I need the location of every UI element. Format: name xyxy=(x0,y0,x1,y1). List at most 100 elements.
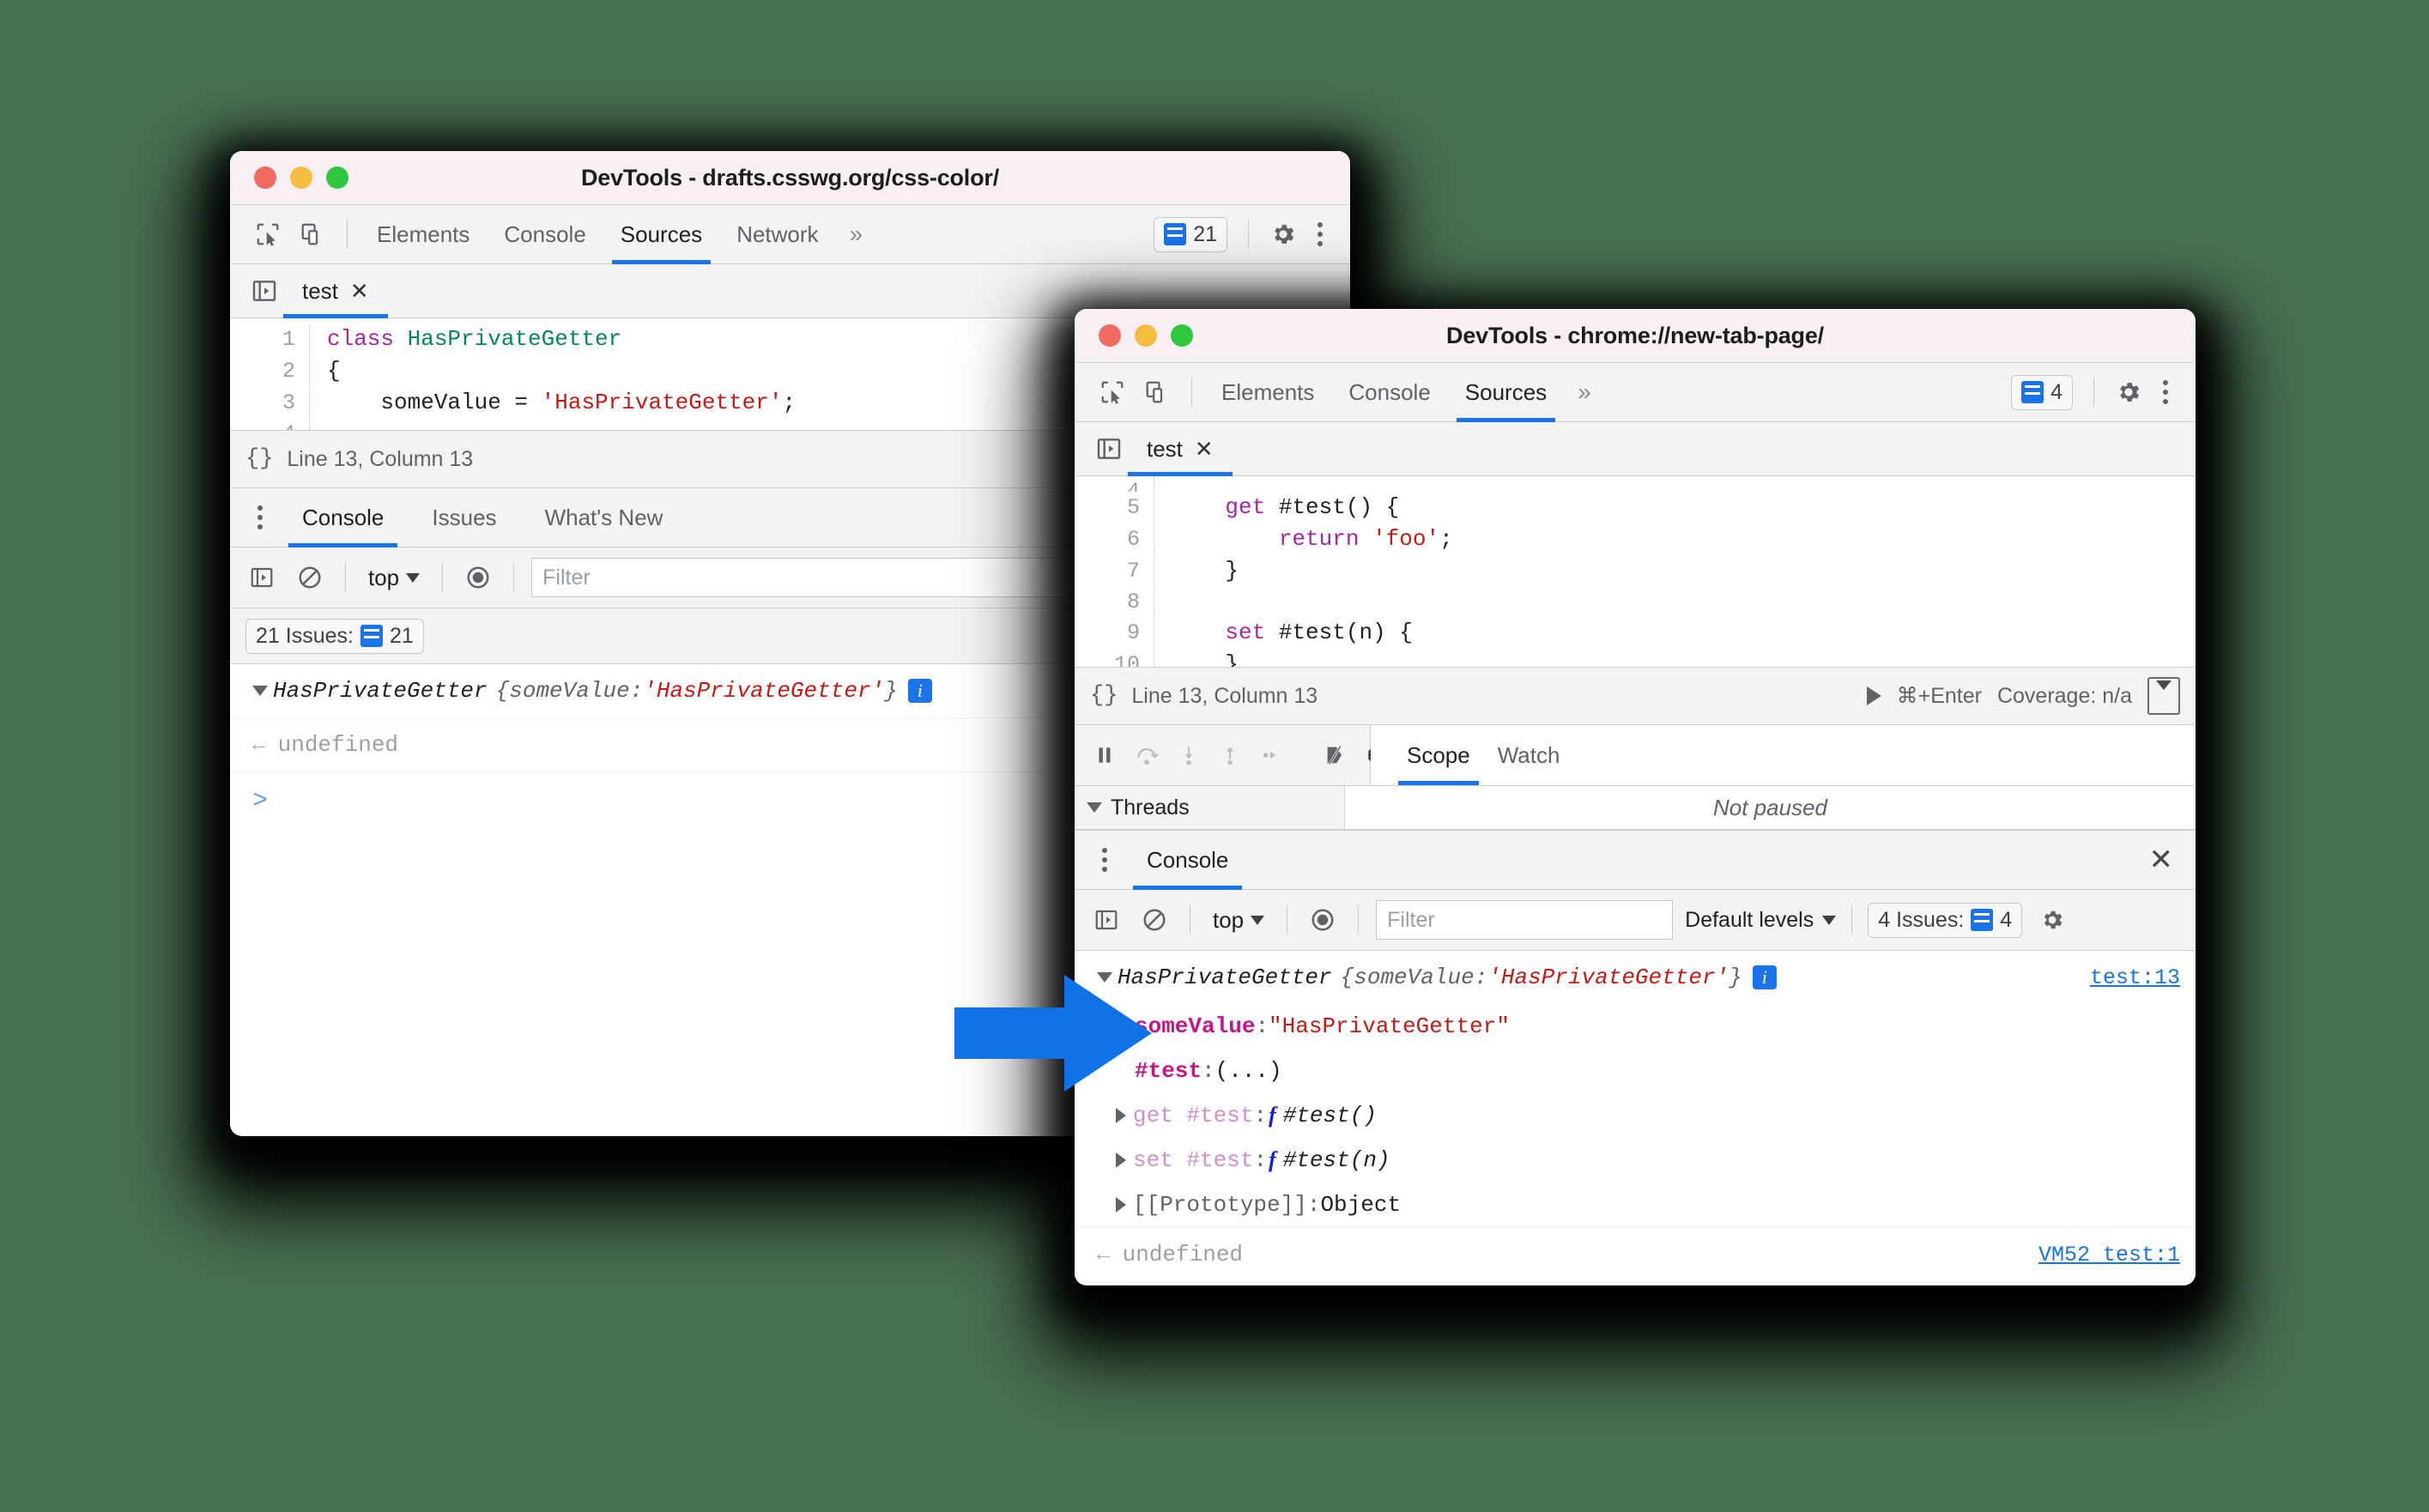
step-icon[interactable] xyxy=(1260,744,1282,766)
traffic-lights[interactable] xyxy=(254,166,348,189)
object-preview-colon: : xyxy=(629,678,644,704)
chevron-double-right-icon[interactable]: » xyxy=(836,221,877,248)
tab-elements[interactable]: Elements xyxy=(1204,363,1331,421)
console-object-message[interactable]: HasPrivateGetter {someValue: 'HasPrivate… xyxy=(1075,951,2196,1004)
inspect-element-icon[interactable] xyxy=(245,212,290,257)
device-toolbar-icon[interactable] xyxy=(1135,370,1179,414)
front-console-output[interactable]: HasPrivateGetter {someValue: 'HasPrivate… xyxy=(1075,951,2196,1285)
step-out-icon[interactable] xyxy=(1219,744,1241,766)
triangle-right-icon[interactable] xyxy=(1116,1197,1126,1213)
front-panel-tabs[interactable]: Elements Console Sources » xyxy=(1204,363,1605,422)
kebab-menu-icon[interactable] xyxy=(2151,380,2180,404)
drawer-tab-whats-new[interactable]: What's New xyxy=(528,488,681,547)
minimize-window-button[interactable] xyxy=(1135,324,1157,347)
close-window-button[interactable] xyxy=(1099,324,1121,347)
console-levels-selector[interactable]: Default levels xyxy=(1685,908,1837,933)
pause-icon[interactable] xyxy=(1093,744,1116,766)
gear-icon[interactable] xyxy=(2115,378,2142,406)
object-property-row[interactable]: set #test: f #test(n) xyxy=(1075,1138,2196,1182)
file-tab-test[interactable]: test ✕ xyxy=(283,264,388,318)
inspect-element-icon[interactable] xyxy=(1090,370,1135,414)
live-expression-icon[interactable] xyxy=(460,559,496,596)
issue-badge-icon xyxy=(360,625,383,647)
info-badge-icon[interactable]: i xyxy=(1752,965,1777,989)
clear-console-icon[interactable] xyxy=(1136,902,1172,938)
object-property-row[interactable]: #test: (...) xyxy=(1075,1049,2196,1093)
drawer-tab-console[interactable]: Console xyxy=(1130,831,1245,890)
tab-console[interactable]: Console xyxy=(1331,363,1447,421)
property-value: #test() xyxy=(1282,1103,1377,1128)
file-tab-test[interactable]: test ✕ xyxy=(1128,422,1233,476)
console-sidebar-icon[interactable] xyxy=(1088,902,1124,938)
issues-summary-button[interactable]: 21 Issues: 21 xyxy=(245,618,424,654)
gear-icon[interactable] xyxy=(1269,221,1297,248)
show-navigator-icon[interactable] xyxy=(245,272,283,310)
tab-sources[interactable]: Sources xyxy=(603,205,719,264)
scope-watch-tablist[interactable]: Scope Watch xyxy=(1371,725,1573,785)
kebab-menu-icon[interactable] xyxy=(1090,848,1119,872)
show-drawer-icon[interactable] xyxy=(2147,677,2180,715)
close-icon[interactable]: ✕ xyxy=(1195,438,1214,460)
play-icon[interactable] xyxy=(1866,686,1881,705)
maximize-window-button[interactable] xyxy=(326,166,348,189)
console-filter-input[interactable]: Filter xyxy=(1376,900,1674,940)
drawer-tab-console[interactable]: Console xyxy=(285,488,401,547)
close-window-button[interactable] xyxy=(254,166,276,189)
tab-watch[interactable]: Watch xyxy=(1484,725,1574,785)
property-value[interactable]: (...) xyxy=(1215,1058,1282,1084)
object-property-row[interactable]: [[Prototype]]: Object xyxy=(1075,1182,2196,1228)
back-panel-tabs[interactable]: Elements Console Sources Network » xyxy=(360,205,877,264)
tab-network[interactable]: Network xyxy=(719,205,835,263)
kebab-menu-icon[interactable] xyxy=(245,505,275,529)
show-navigator-icon[interactable] xyxy=(1090,430,1128,468)
property-key: [[Prototype]] xyxy=(1133,1192,1307,1218)
console-context-selector[interactable]: top xyxy=(363,565,425,591)
tab-sources[interactable]: Sources xyxy=(1448,363,1564,422)
maximize-window-button[interactable] xyxy=(1171,324,1193,347)
traffic-lights[interactable] xyxy=(1099,324,1193,347)
debugger-controls[interactable] xyxy=(1075,725,1389,785)
step-into-icon[interactable] xyxy=(1178,744,1200,766)
device-toolbar-icon[interactable] xyxy=(290,212,335,257)
line-number: 4 xyxy=(230,418,310,430)
tab-console[interactable]: Console xyxy=(487,205,603,263)
pretty-print-braces-icon[interactable]: {} xyxy=(245,446,273,472)
console-sidebar-icon[interactable] xyxy=(244,559,280,596)
live-expression-icon[interactable] xyxy=(1305,902,1341,938)
threads-section[interactable]: Threads xyxy=(1075,786,1345,829)
front-console-prompt[interactable]: > xyxy=(1075,1282,2196,1285)
scope-watch-tabs: Scope Watch xyxy=(1371,725,2196,785)
minimize-window-button[interactable] xyxy=(290,166,312,189)
front-code-editor[interactable]: 4 5 get #test() { 6 return 'foo'; 7 } 8 … xyxy=(1075,476,2196,667)
object-preview-prop: someValue xyxy=(1354,965,1475,990)
issues-counter-button[interactable]: 21 xyxy=(1154,216,1227,252)
kebab-menu-icon[interactable] xyxy=(1305,222,1335,246)
triangle-right-icon[interactable] xyxy=(1116,1108,1126,1123)
info-badge-icon[interactable]: i xyxy=(907,679,932,703)
tab-elements[interactable]: Elements xyxy=(360,205,487,263)
object-property-row[interactable]: get #test: f #test() xyxy=(1075,1093,2196,1138)
issues-summary-button[interactable]: 4 Issues: 4 xyxy=(1868,902,2023,938)
step-over-icon[interactable] xyxy=(1135,743,1159,767)
close-icon[interactable]: ✕ xyxy=(2149,845,2181,874)
scope-status: Not paused xyxy=(1345,786,2196,829)
source-link[interactable]: test:13 xyxy=(2090,965,2180,990)
source-link[interactable]: VM52 test:1 xyxy=(2038,1243,2180,1267)
clear-console-icon[interactable] xyxy=(292,559,328,596)
issue-badge-icon xyxy=(2021,381,2044,403)
triangle-right-icon[interactable] xyxy=(1116,1152,1126,1168)
pretty-print-braces-icon[interactable]: {} xyxy=(1090,683,1118,709)
drawer-tab-issues[interactable]: Issues xyxy=(415,488,513,547)
deactivate-breakpoints-icon[interactable] xyxy=(1324,743,1348,767)
tab-scope[interactable]: Scope xyxy=(1393,725,1484,785)
gear-icon[interactable] xyxy=(2039,907,2065,933)
triangle-down-icon[interactable] xyxy=(252,686,268,696)
devtools-window-front[interactable]: DevTools - chrome://new-tab-page/ Elemen… xyxy=(1075,309,2196,1285)
issues-counter-button[interactable]: 4 xyxy=(2011,374,2073,410)
console-context-selector[interactable]: top xyxy=(1208,907,1269,934)
property-key: someValue xyxy=(1135,1013,1256,1039)
property-value[interactable]: Object xyxy=(1320,1192,1401,1218)
chevron-double-right-icon[interactable]: » xyxy=(1564,378,1605,406)
close-icon[interactable]: ✕ xyxy=(350,280,369,302)
toolbar-divider-2 xyxy=(2093,378,2094,407)
